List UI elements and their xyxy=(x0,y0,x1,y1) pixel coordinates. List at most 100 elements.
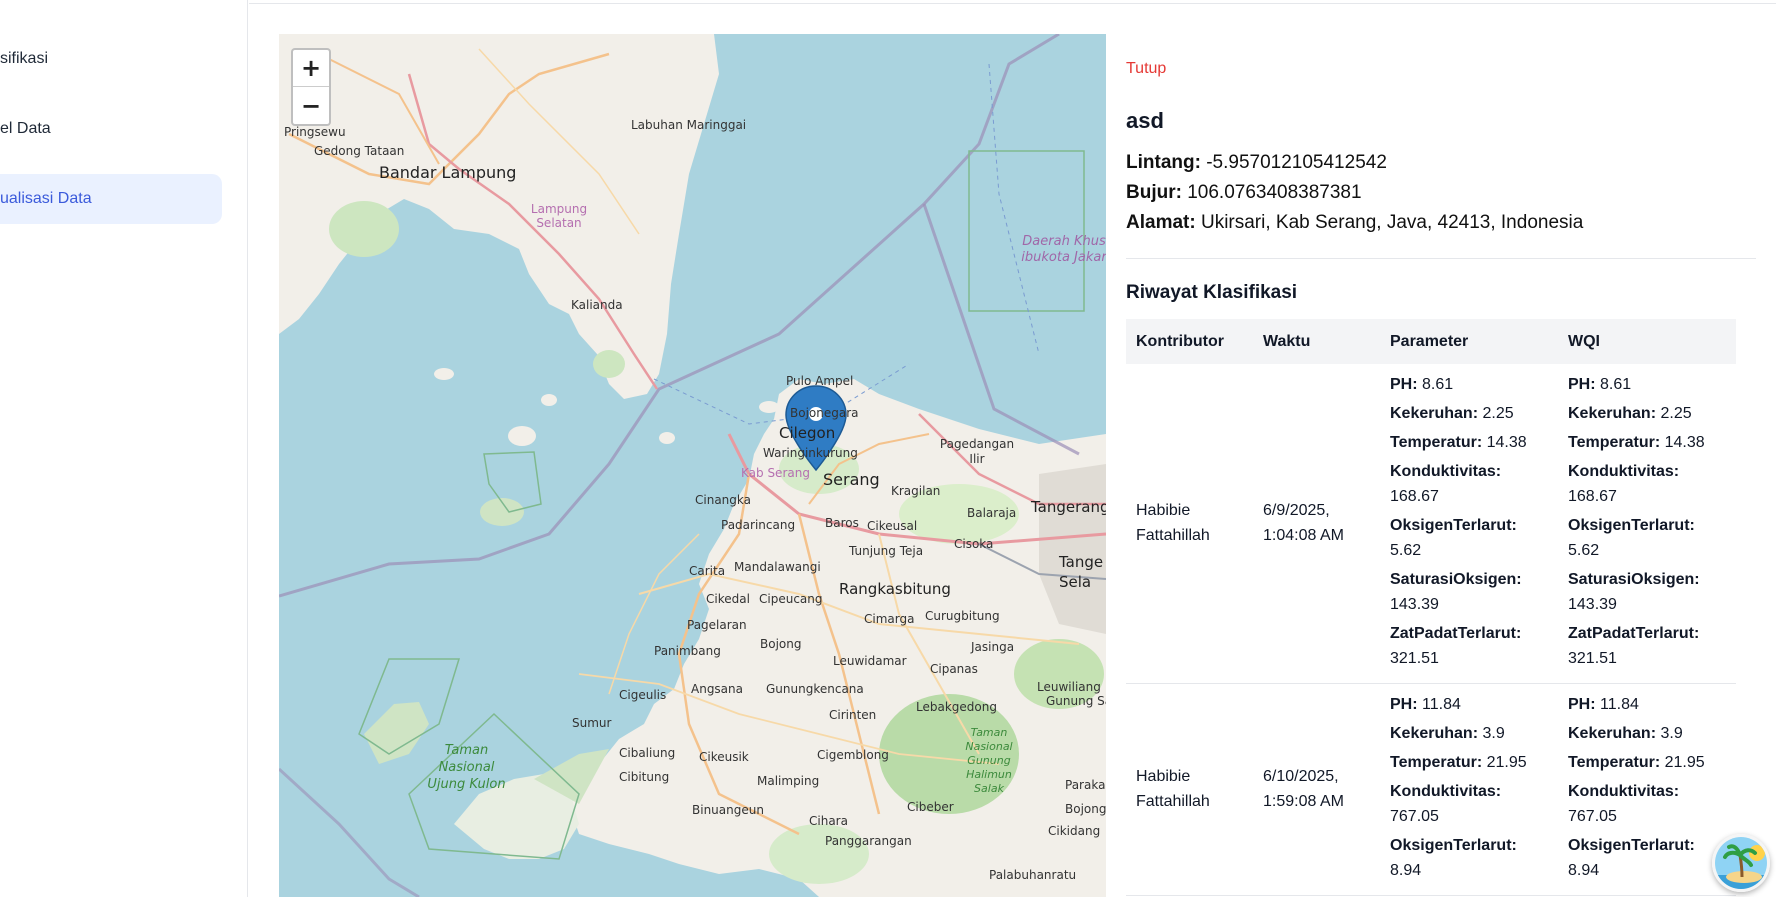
param-item: OksigenTerlarut: 8.94 xyxy=(1568,837,1695,879)
param-item: Temperatur: 14.38 xyxy=(1568,434,1705,451)
param-item: PH: 8.61 xyxy=(1390,376,1454,393)
location-name: asd xyxy=(1126,108,1164,133)
map-label: Serang xyxy=(823,470,880,489)
map-label: Leuwidamar xyxy=(833,654,907,668)
map-label: Panggarangan xyxy=(825,834,912,848)
param-item: OksigenTerlarut: 5.62 xyxy=(1390,517,1517,559)
map-label: Gunung Sa xyxy=(1046,694,1106,708)
param-item: Kekeruhan: 2.25 xyxy=(1568,405,1692,422)
map-label: Cipanas xyxy=(930,662,978,676)
address-label: Alamat: xyxy=(1126,212,1196,233)
map-label: Kab Serang xyxy=(741,466,810,480)
contributor-cell: Habibie Fattahillah xyxy=(1126,364,1253,684)
parameter-cell: PH: 11.84 Kekeruhan: 3.9 Temperatur: 21.… xyxy=(1380,683,1558,896)
map-label: Panimbang xyxy=(654,644,721,658)
param-item: Kekeruhan: 2.25 xyxy=(1390,405,1514,422)
map-label: Lampung Selatan xyxy=(530,202,588,230)
map-label: Taman Nasional Ujung Kulon xyxy=(427,743,506,792)
map-label: Paraka xyxy=(1065,778,1106,792)
sidebar-item-klasifikasi[interactable]: sifikasi xyxy=(0,34,222,84)
map-label: Palabuhanratu xyxy=(989,868,1077,882)
map-label: Bojong xyxy=(1065,802,1106,816)
zoom-in-button[interactable]: + xyxy=(293,50,329,87)
map-label: Cinangka xyxy=(695,493,751,507)
map-label: Pringsewu xyxy=(284,125,346,139)
header-divider xyxy=(249,0,1776,4)
map[interactable]: + − Pringsewu Gedong Tataan Bandar Lampu… xyxy=(279,34,1106,897)
map-label: Taman Nasional Gunung Halimun Salak xyxy=(965,726,1013,795)
param-item: Temperatur: 14.38 xyxy=(1390,434,1527,451)
column-header: Waktu xyxy=(1263,332,1311,350)
longitude-label: Bujur: xyxy=(1126,182,1182,203)
map-label: Bojonegara xyxy=(790,406,859,420)
param-item: SaturasiOksigen: 143.39 xyxy=(1568,571,1700,613)
close-button[interactable]: Tutup xyxy=(1126,60,1166,78)
map-label: Labuhan Maringgai xyxy=(631,118,747,132)
param-item: OksigenTerlarut: 8.94 xyxy=(1390,837,1517,879)
location-detail-panel: Tutup asd Lintang: -5.957012105412542 Bu… xyxy=(1106,34,1760,897)
param-item: Temperatur: 21.95 xyxy=(1390,754,1527,771)
sidebar-item-tabel-data[interactable]: el Data xyxy=(0,104,222,154)
map-label: Kragilan xyxy=(891,484,941,498)
history-table: Kontributor Waktu Parameter WQI Habibie … xyxy=(1126,319,1736,896)
map-label: Cikeusal xyxy=(867,519,918,533)
map-label: Waringinkurung xyxy=(763,446,858,460)
param-item: PH: 11.84 xyxy=(1390,696,1461,713)
param-item: Temperatur: 21.95 xyxy=(1568,754,1705,771)
parameter-cell: PH: 8.61 Kekeruhan: 2.25 Temperatur: 14.… xyxy=(1380,364,1558,684)
map-label: Cikeusik xyxy=(699,750,749,764)
map-label: Pagelaran xyxy=(687,618,747,632)
divider xyxy=(1126,258,1756,259)
map-label: Pulo Ampel xyxy=(786,374,854,388)
address-value: Ukirsari, Kab Serang, Java, 42413, Indon… xyxy=(1200,212,1584,233)
address-row: Alamat: Ukirsari, Kab Serang, Java, 4241… xyxy=(1126,212,1583,234)
map-label: Rangkasbitung xyxy=(839,580,951,598)
param-item: Kekeruhan: 3.9 xyxy=(1568,725,1683,742)
map-label: Cisoka xyxy=(954,537,994,551)
table-row: Habibie Fattahillah 6/9/2025, 1:04:08 AM… xyxy=(1126,364,1736,684)
avatar[interactable] xyxy=(1712,834,1770,892)
sidebar-item-label: ualisasi Data xyxy=(0,190,92,207)
map-label: Tange Sela xyxy=(1059,553,1104,591)
column-header: WQI xyxy=(1568,332,1600,350)
map-label: Cibitung xyxy=(619,770,670,784)
table-row: Habibie Fattahillah 6/10/2025, 1:59:08 A… xyxy=(1126,683,1736,896)
map-label: Cigeulis xyxy=(619,688,667,702)
map-label: Gunungkencana xyxy=(766,682,864,696)
zoom-out-button[interactable]: − xyxy=(293,87,329,124)
param-item: Konduktivitas: 168.67 xyxy=(1390,463,1502,505)
map-label: Malimping xyxy=(757,774,820,788)
map-label: Cigemblong xyxy=(817,748,889,762)
map-label: Bandar Lampung xyxy=(379,163,517,182)
contributor-cell: Habibie Fattahillah xyxy=(1126,683,1253,896)
time-cell: 6/9/2025, 1:04:08 AM xyxy=(1253,364,1380,684)
param-item: ZatPadatTerlarut: 321.51 xyxy=(1390,625,1522,667)
map-label: Cibeber xyxy=(907,800,954,814)
history-title: Riwayat Klasifikasi xyxy=(1126,282,1298,303)
map-label: Cikedal xyxy=(706,592,750,606)
sidebar-item-visualisasi-data[interactable]: ualisasi Data xyxy=(0,174,222,224)
wqi-cell: PH: 11.84 Kekeruhan: 3.9 Temperatur: 21.… xyxy=(1558,683,1736,896)
table-header-row: Kontributor Waktu Parameter WQI xyxy=(1126,319,1736,364)
time-cell: 6/10/2025, 1:59:08 AM xyxy=(1253,683,1380,896)
latitude-row: Lintang: -5.957012105412542 xyxy=(1126,152,1387,174)
latitude-value: -5.957012105412542 xyxy=(1206,152,1387,173)
map-label: Bojong xyxy=(760,637,802,651)
map-label: Baros xyxy=(825,516,859,530)
sidebar-item-label: sifikasi xyxy=(0,50,49,67)
longitude-value: 106.0763408387381 xyxy=(1187,182,1362,203)
param-item: PH: 11.84 xyxy=(1568,696,1639,713)
map-zoom-control: + − xyxy=(291,48,331,126)
map-label: Cirinten xyxy=(829,708,877,722)
map-label: Padarincang xyxy=(721,518,796,532)
wqi-cell: PH: 8.61 Kekeruhan: 2.25 Temperatur: 14.… xyxy=(1558,364,1736,684)
param-item: Konduktivitas: 168.67 xyxy=(1568,463,1680,505)
map-label: Pagedangan Ilir xyxy=(939,437,1015,466)
map-label: Lebakgedong xyxy=(916,700,997,714)
param-item: OksigenTerlarut: 5.62 xyxy=(1568,517,1695,559)
sidebar: sifikasi el Data ualisasi Data xyxy=(0,0,248,897)
param-item: ZatPadatTerlarut: 321.51 xyxy=(1568,625,1700,667)
map-label: Binuangeun xyxy=(692,803,764,817)
map-label: Sumur xyxy=(572,716,612,730)
map-label: Curugbitung xyxy=(925,609,1000,623)
